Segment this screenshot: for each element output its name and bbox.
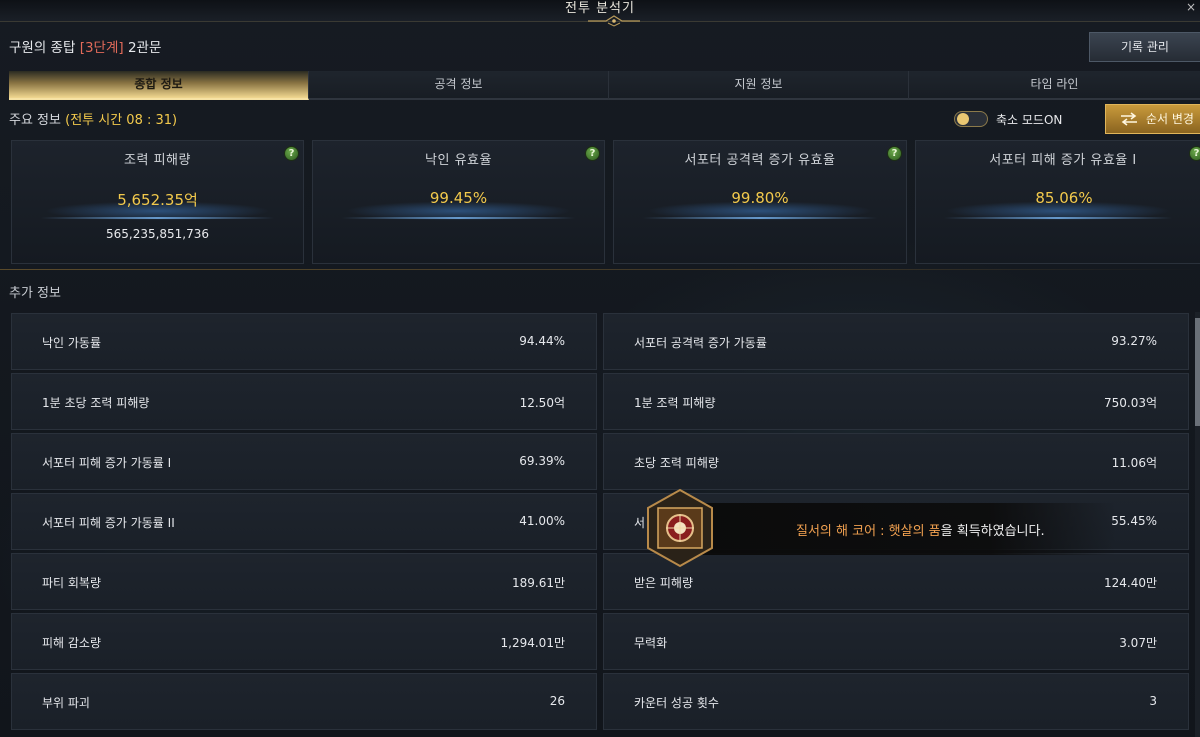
stat-card-subvalue: 565,235,851,736 — [105, 227, 210, 241]
dungeon-stage: [3단계] — [79, 40, 124, 56]
stat-row-label: 1분 조력 피해량 — [634, 396, 716, 410]
stat-row-value: 69.39% — [519, 454, 565, 468]
dungeon-title: 구원의 종탑 [3단계] 2관문 — [9, 36, 161, 56]
stat-row-label: 부위 파괴 — [42, 696, 90, 710]
stat-card-value: 99.45% — [429, 189, 488, 207]
title-ornament-icon — [588, 15, 640, 27]
change-order-label: 순서 변경 — [1146, 112, 1194, 126]
battle-time: (전투 시간 08 : 31) — [65, 113, 178, 128]
stat-row-value: 41.00% — [519, 514, 565, 528]
stat-row: 서포터 공격력 증가 가동률 93.27% — [603, 313, 1189, 370]
stat-row-value: 55.45% — [1111, 514, 1157, 528]
card-glow — [944, 217, 1172, 219]
extra-info-label: 추가 정보 — [9, 286, 61, 301]
section-divider — [0, 269, 1200, 270]
dungeon-gate: 2관문 — [127, 40, 162, 56]
stat-row-value: 26 — [549, 694, 565, 708]
stat-row: 파티 회복량 189.61만 — [11, 553, 597, 610]
change-order-button[interactable]: 순서 변경 — [1105, 104, 1200, 134]
stat-row-label: 파티 회복량 — [42, 576, 102, 590]
stat-card-atk-buff-efficiency: 서포터 공격력 증가 유효율 ? 99.80% — [613, 140, 907, 264]
stat-card-title: 조력 피해량 — [124, 153, 191, 168]
stat-row: 카운터 성공 횟수 3 — [603, 673, 1189, 730]
notification-message: 질서의 해 코어 : 햇살의 품을 획득하였습니다. — [796, 520, 1045, 539]
stat-row-label: 서포터 공격력 증가 가동률 — [634, 336, 767, 350]
stat-row: 초당 조력 피해량 11.06억 — [603, 433, 1189, 490]
stat-row: 피해 감소량 1,294.01만 — [11, 613, 597, 670]
stat-row-label: 초당 조력 피해량 — [634, 456, 719, 470]
stat-row-value: 1,294.01만 — [500, 636, 565, 650]
stat-row: 서포터 피해 증가 가동률 I 69.39% — [11, 433, 597, 490]
stat-card-dmg-buff-efficiency: 서포터 피해 증가 유효율 I ? 85.06% — [915, 140, 1200, 264]
record-manage-button[interactable]: 기록 관리 — [1089, 32, 1200, 62]
card-glow — [41, 217, 274, 219]
main-info-label: 주요 정보 (전투 시간 08 : 31) — [9, 109, 177, 128]
close-button[interactable]: × — [1186, 0, 1196, 14]
stat-row-label: 피해 감소량 — [42, 636, 102, 650]
stat-card-title: 서포터 피해 증가 유효율 I — [989, 153, 1137, 168]
swap-arrows-icon — [1121, 112, 1137, 126]
stat-row: 낙인 가동률 94.44% — [11, 313, 597, 370]
stat-row-label: 받은 피해량 — [634, 576, 694, 590]
title-bar: 전투 분석기 × — [0, 0, 1200, 27]
dungeon-name: 구원의 종탑 — [9, 40, 76, 56]
tab-overview[interactable]: 종합 정보 — [9, 71, 309, 100]
stat-row-value: 94.44% — [519, 334, 565, 348]
stat-row-value: 189.61만 — [511, 576, 565, 590]
stat-card-assist-damage: 조력 피해량 ? 5,652.35억 565,235,851,736 — [11, 140, 304, 264]
stat-row: 1분 초당 조력 피해량 12.50억 — [11, 373, 597, 430]
stat-row-label: 낙인 가동률 — [42, 336, 102, 350]
stat-row-value: 93.27% — [1111, 334, 1157, 348]
notification-suffix: 을 획득하였습니다. — [940, 524, 1045, 539]
stat-row: 서포터 피해 증가 가동률 II 41.00% — [11, 493, 597, 550]
core-item-icon — [647, 488, 713, 568]
stat-row-value: 124.40만 — [1103, 576, 1157, 590]
stat-row-value: 3.07만 — [1119, 636, 1157, 650]
stat-card-value: 5,652.35억 — [117, 191, 198, 209]
stat-row: 부위 파괴 26 — [11, 673, 597, 730]
stat-row-label: 서포터 피해 증가 가동률 I — [42, 456, 172, 470]
stat-row-value: 11.06억 — [1111, 456, 1157, 470]
stat-card-brand-efficiency: 낙인 유효율 ? 99.45% — [312, 140, 605, 264]
tab-bar: 종합 정보 공격 정보 지원 정보 타임 라인 — [9, 71, 1200, 100]
item-acquired-notification: 질서의 해 코어 : 햇살의 품을 획득하였습니다. — [646, 488, 1116, 568]
tab-timeline[interactable]: 타임 라인 — [909, 71, 1200, 100]
compact-mode-toggle[interactable] — [954, 111, 988, 127]
help-icon[interactable]: ? — [1189, 146, 1200, 161]
stat-row-label: 무력화 — [634, 636, 668, 650]
stat-card-value: 85.06% — [1035, 189, 1093, 207]
stat-row-value: 750.03억 — [1103, 396, 1157, 410]
stat-row-value: 3 — [1149, 694, 1157, 708]
tab-attack[interactable]: 공격 정보 — [309, 71, 609, 100]
notification-item-name: 질서의 해 코어 : 햇살의 품 — [796, 524, 941, 539]
stat-card-title: 낙인 유효율 — [425, 153, 492, 168]
stat-row-label: 서 — [634, 516, 646, 530]
stat-card-title: 서포터 공격력 증가 유효율 — [684, 153, 836, 168]
main-info-title: 주요 정보 — [9, 113, 61, 128]
stat-row-label: 서포터 피해 증가 가동률 II — [42, 516, 175, 530]
tab-support[interactable]: 지원 정보 — [609, 71, 909, 100]
help-icon[interactable]: ? — [585, 146, 600, 161]
stat-row-label: 카운터 성공 횟수 — [634, 696, 719, 710]
stat-card-value: 99.80% — [731, 189, 789, 207]
compact-mode-label: 축소 모드ON — [996, 113, 1063, 127]
stat-row-label: 1분 초당 조력 피해량 — [42, 396, 150, 410]
help-icon[interactable]: ? — [284, 146, 299, 161]
toggle-knob — [957, 113, 969, 125]
help-icon[interactable]: ? — [887, 146, 902, 161]
stat-row-value: 12.50억 — [519, 396, 565, 410]
card-glow — [643, 217, 877, 219]
card-glow — [342, 217, 575, 219]
stat-row: 1분 조력 피해량 750.03억 — [603, 373, 1189, 430]
scrollbar-thumb[interactable] — [1195, 318, 1200, 426]
stat-row: 무력화 3.07만 — [603, 613, 1189, 670]
